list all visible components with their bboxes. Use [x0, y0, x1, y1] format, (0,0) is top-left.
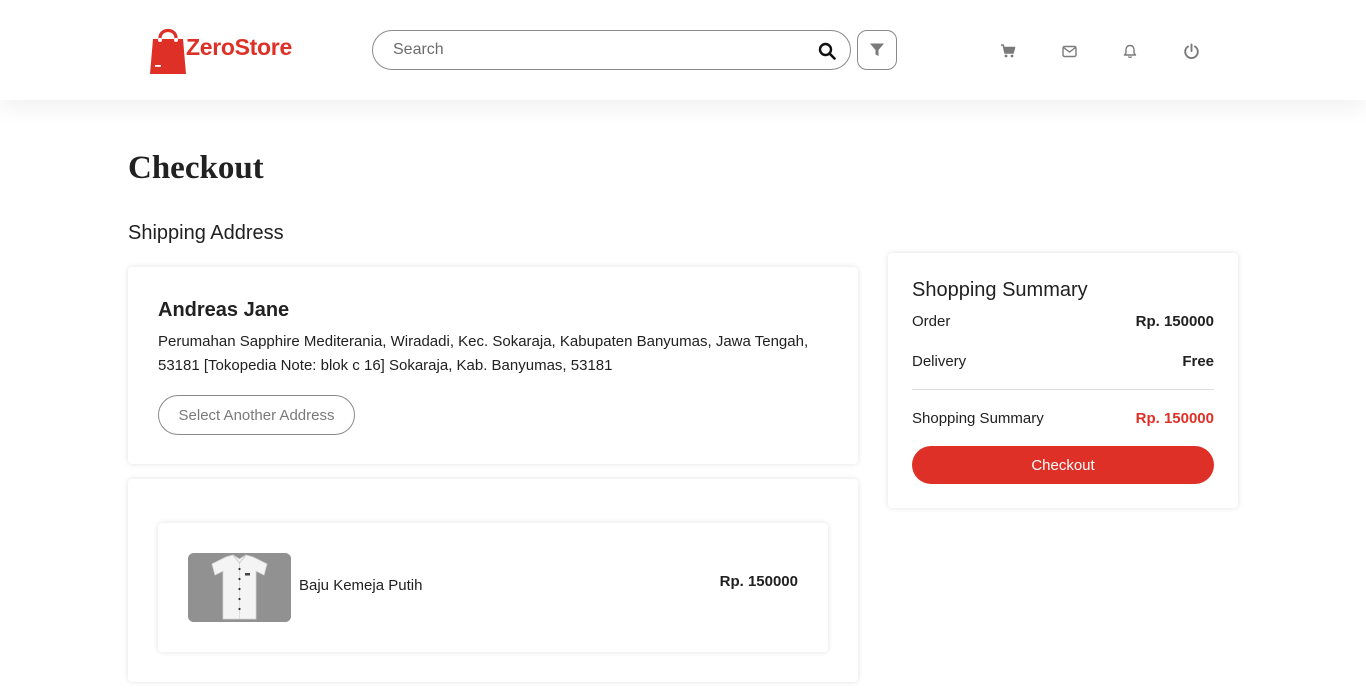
select-another-address-button[interactable]: Select Another Address: [158, 395, 355, 435]
total-value: Rp. 150000: [1135, 409, 1214, 427]
bell-icon: [1123, 44, 1137, 58]
shipping-address-heading: Shipping Address: [128, 222, 284, 244]
top-navbar: ZeroStore: [0, 0, 1366, 100]
total-label: Shopping Summary: [912, 409, 1044, 427]
shipping-address-card: Andreas Jane Perumahan Sapphire Meditera…: [128, 267, 858, 464]
notifications-button[interactable]: [1121, 42, 1139, 60]
cart-icon: [1001, 44, 1016, 58]
summary-delivery-row: Delivery Free: [912, 350, 1214, 372]
delivery-label: Delivery: [912, 352, 967, 370]
power-icon: [1183, 43, 1199, 59]
filter-button[interactable]: [857, 30, 897, 70]
products-card: Baju Kemeja Putih Rp. 150000: [128, 479, 858, 682]
shopping-bag-logo-icon: [150, 28, 186, 74]
logout-button[interactable]: [1182, 42, 1200, 60]
product-name: Baju Kemeja Putih: [299, 577, 423, 594]
brand-logo[interactable]: ZeroStore: [148, 24, 292, 78]
address-text: Perumahan Sapphire Mediterania, Wiradadi…: [158, 333, 809, 374]
search-input[interactable]: [373, 32, 793, 68]
delivery-value: Free: [1182, 352, 1214, 370]
summary-divider: [912, 389, 1214, 390]
summary-order-row: Order Rp. 150000: [912, 310, 1214, 332]
search-bar: [372, 30, 851, 70]
product-item: Baju Kemeja Putih Rp. 150000: [158, 523, 828, 652]
recipient-name: Andreas Jane: [158, 299, 290, 321]
product-price: Rp. 150000: [719, 573, 798, 590]
messages-button[interactable]: [1060, 42, 1078, 60]
order-label: Order: [912, 312, 951, 330]
order-value: Rp. 150000: [1135, 312, 1214, 330]
shopping-summary-card: Shopping Summary Order Rp. 150000 Delive…: [888, 253, 1238, 508]
search-icon[interactable]: [818, 42, 836, 60]
cart-button[interactable]: [999, 42, 1017, 60]
product-image: [188, 553, 291, 622]
brand-name: ZeroStore: [186, 34, 292, 60]
filter-icon: [870, 43, 884, 56]
summary-title: Shopping Summary: [912, 279, 1088, 301]
summary-total-row: Shopping Summary Rp. 150000: [912, 407, 1214, 429]
checkout-button[interactable]: Checkout: [912, 446, 1214, 484]
mail-icon: [1061, 45, 1077, 57]
page-title: Checkout: [128, 150, 264, 186]
shirt-image-icon: [188, 553, 291, 622]
